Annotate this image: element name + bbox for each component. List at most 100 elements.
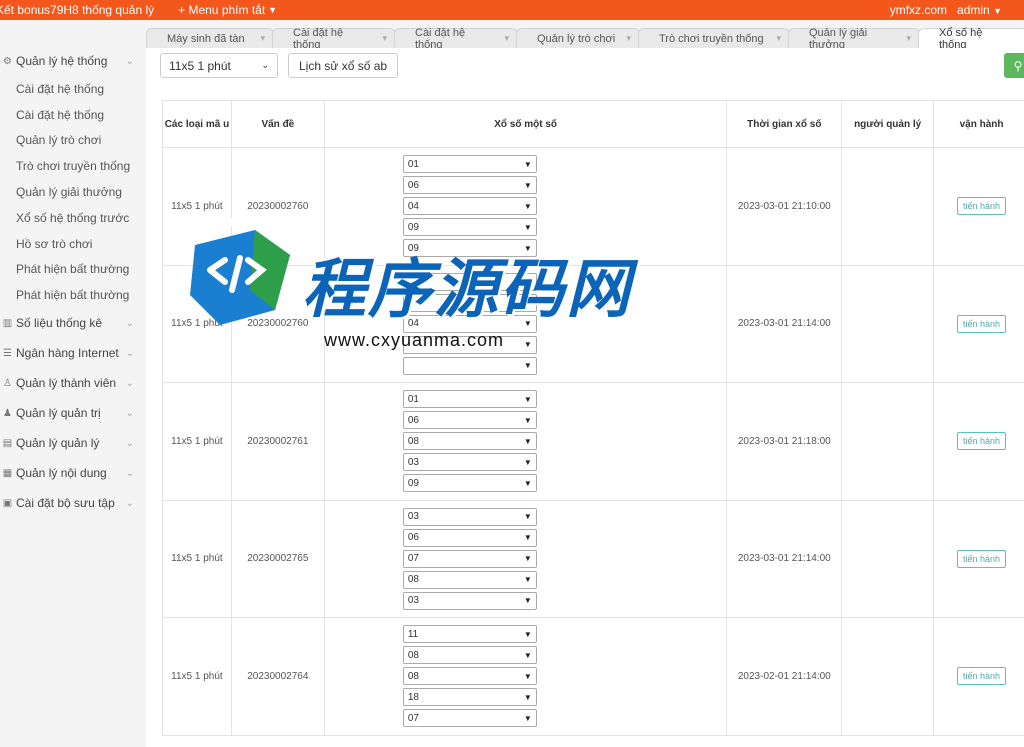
ball-select[interactable]: 06 ▼ bbox=[402, 176, 537, 195]
proceed-button[interactable]: tiến hành bbox=[957, 667, 1007, 686]
tab-close-icon[interactable]: ▾ bbox=[906, 33, 911, 44]
chevron-down-icon: ⌄ bbox=[125, 497, 134, 509]
ball-select[interactable]: 11 ▼ bbox=[402, 625, 537, 644]
ball-select[interactable]: 09 ▼ bbox=[402, 239, 537, 258]
sidebar-group-label: Quản lý nội dung bbox=[16, 466, 107, 481]
sidebar-item-8[interactable]: Phát hiện bất thường bbox=[0, 282, 146, 308]
proceed-button[interactable]: tiến hành bbox=[957, 549, 1007, 568]
ball-select[interactable]: 03 ▼ bbox=[402, 591, 537, 610]
cell-action: tiến hành bbox=[933, 264, 1024, 383]
chevron-down-icon: ▼ bbox=[523, 394, 532, 404]
lottery-history-button[interactable]: Lịch sử xổ số ab bbox=[288, 53, 399, 78]
ball-select[interactable]: ▼ bbox=[402, 293, 537, 312]
ball-select[interactable]: ▼ bbox=[402, 272, 537, 291]
shortcut-menu-button[interactable]: + Menu phím tắt ▼ bbox=[178, 3, 277, 17]
sidebar: ⚙ Quản lý hệ thống ⌄ Cài đặt hệ thống Cài đặ… bbox=[0, 46, 146, 518]
ball-select[interactable]: 08 ▼ bbox=[402, 570, 537, 589]
sidebar-group-label: Quản lý quản lý bbox=[16, 436, 100, 451]
ball-value: 03 bbox=[407, 456, 419, 468]
ball-select[interactable]: ▼ bbox=[402, 356, 537, 375]
sidebar-group-7[interactable]: ▣ Cài đặt bộ sưu tập ⌄ bbox=[0, 488, 146, 518]
ball-select[interactable]: 18 ▼ bbox=[402, 688, 537, 707]
chevron-down-icon: ▼ bbox=[523, 713, 532, 723]
tab-5[interactable]: Quản lý giải thưởng ▾ bbox=[788, 27, 920, 51]
chevron-down-icon: ▼ bbox=[523, 596, 532, 606]
sidebar-group-label: Cài đặt bộ sưu tập bbox=[16, 496, 115, 511]
sidebar-group-3[interactable]: ♙ Quản lý thành viên ⌄ bbox=[0, 368, 146, 398]
ball-value: 08 bbox=[407, 670, 419, 682]
ball-value: 08 bbox=[407, 435, 419, 447]
ball-select[interactable]: 09 ▼ bbox=[402, 474, 537, 493]
cell-numbers: 01 ▼ 06 ▼ 08 ▼ 03 ▼ 09 ▼ bbox=[323, 382, 728, 501]
ball-select[interactable]: 01 ▼ bbox=[402, 155, 537, 174]
tab-close-icon[interactable]: ▾ bbox=[776, 33, 781, 44]
chevron-down-icon: ▼ bbox=[523, 478, 532, 488]
ball-selects: 01 ▼ 06 ▼ 08 ▼ 03 ▼ 09 ▼ bbox=[402, 390, 727, 493]
admin-icon: ♟ bbox=[3, 407, 12, 419]
tab-2[interactable]: Cài đặt hệ thống ▾ bbox=[394, 27, 518, 51]
cell-type: 11x5 1 phút bbox=[162, 499, 232, 618]
tab-close-icon[interactable]: ▾ bbox=[504, 33, 509, 44]
ball-select[interactable]: 07 ▼ bbox=[402, 709, 537, 728]
sidebar-item-4[interactable]: Quản lý giải thưởng bbox=[0, 179, 146, 205]
ball-select[interactable]: 01 ▼ bbox=[402, 390, 537, 409]
proceed-button[interactable]: tiến hành bbox=[957, 432, 1007, 451]
search-button[interactable]: ⚲ bbox=[1004, 53, 1024, 78]
sidebar-item-1[interactable]: Cài đặt hệ thống bbox=[0, 102, 146, 128]
user-menu[interactable]: admin ▼ bbox=[957, 3, 1002, 17]
chevron-down-icon: ⌄ bbox=[125, 407, 134, 419]
game-type-select[interactable]: 11x5 1 phút ⌄ bbox=[160, 53, 278, 78]
ball-select[interactable]: ▼ bbox=[402, 335, 537, 354]
ball-select[interactable]: 03 ▼ bbox=[402, 453, 537, 472]
ball-value: 06 bbox=[407, 179, 419, 191]
sidebar-group-0[interactable]: ⚙ Quản lý hệ thống ⌄ bbox=[0, 46, 146, 76]
sidebar-group-5[interactable]: ▤ Quản lý quản lý ⌄ bbox=[0, 428, 146, 458]
tab-close-icon[interactable]: ▾ bbox=[382, 33, 387, 44]
ball-value: 06 bbox=[407, 414, 419, 426]
chevron-down-icon: ▼ bbox=[523, 650, 532, 660]
sidebar-item-5[interactable]: Xổ số hệ thống trước bbox=[0, 205, 146, 231]
ball-select[interactable]: 04 ▼ bbox=[402, 314, 537, 333]
proceed-button[interactable]: tiến hành bbox=[957, 197, 1007, 216]
chevron-down-icon: ▼ bbox=[523, 298, 532, 308]
ball-select[interactable]: 03 ▼ bbox=[402, 507, 537, 526]
ball-select[interactable]: 08 ▼ bbox=[402, 667, 537, 686]
cell-time: 2023-03-01 21:10:00 bbox=[726, 147, 843, 266]
sidebar-item-3[interactable]: Trò chơi truyền thống bbox=[0, 153, 146, 179]
ball-select[interactable]: 07 ▼ bbox=[402, 549, 537, 568]
cell-type: 11x5 1 phút bbox=[162, 264, 232, 383]
tab-4[interactable]: Trò chơi truyền thống ▾ bbox=[638, 28, 790, 48]
sidebar-item-0[interactable]: Cài đặt hệ thống bbox=[0, 76, 146, 102]
cell-time: 2023-03-01 21:18:00 bbox=[726, 382, 843, 501]
ball-select[interactable]: 06 ▼ bbox=[402, 411, 537, 430]
cell-issue: 20230002764 bbox=[230, 617, 325, 736]
tab-1[interactable]: Cài đặt hệ thống ▾ bbox=[272, 27, 396, 51]
ball-select[interactable]: 06 ▼ bbox=[402, 528, 537, 547]
tab-0[interactable]: Máy sinh đã tàn ▾ bbox=[146, 28, 274, 48]
sidebar-group-4[interactable]: ♟ Quản lý quản trị ⌄ bbox=[0, 398, 146, 428]
sidebar-item-6[interactable]: Hồ sơ trò chơi bbox=[0, 231, 146, 257]
cell-manager bbox=[841, 382, 935, 501]
gear-icon: ⚙ bbox=[3, 55, 12, 67]
sidebar-group-1[interactable]: ▥ Số liệu thống kê ⌄ bbox=[0, 308, 146, 338]
sidebar-item-7[interactable]: Phát hiện bất thường bbox=[0, 257, 146, 283]
tab-6[interactable]: Xổ số hệ thống bbox=[918, 27, 1024, 51]
cell-action: tiến hành bbox=[933, 147, 1024, 266]
table-header-row: Các loại mã u Vấn đề Xổ số một số Thời g… bbox=[162, 100, 1024, 148]
ball-value: 09 bbox=[407, 221, 419, 233]
sidebar-group-2[interactable]: ☰ Ngân hàng Internet ⌄ bbox=[0, 338, 146, 368]
ball-select[interactable]: 08 ▼ bbox=[402, 432, 537, 451]
tab-close-icon[interactable]: ▾ bbox=[626, 33, 631, 44]
tab-3[interactable]: Quản lý trò chơi ▾ bbox=[516, 28, 640, 48]
ball-select[interactable]: 09 ▼ bbox=[402, 218, 537, 237]
ball-select[interactable]: 04 ▼ bbox=[402, 197, 537, 216]
content-icon: ▦ bbox=[2, 467, 13, 479]
col-header-manager: người quản lý bbox=[841, 100, 935, 148]
sidebar-item-2[interactable]: Quản lý trò chơi bbox=[0, 128, 146, 154]
sidebar-group-6[interactable]: ▦ Quản lý nội dung ⌄ bbox=[0, 458, 146, 488]
proceed-button[interactable]: tiến hành bbox=[957, 314, 1007, 333]
shortcut-menu-label: + Menu phím tắt bbox=[178, 3, 266, 17]
site-link[interactable]: ymfxz.com bbox=[890, 3, 947, 17]
tab-close-icon[interactable]: ▾ bbox=[260, 33, 265, 44]
ball-select[interactable]: 08 ▼ bbox=[402, 646, 537, 665]
